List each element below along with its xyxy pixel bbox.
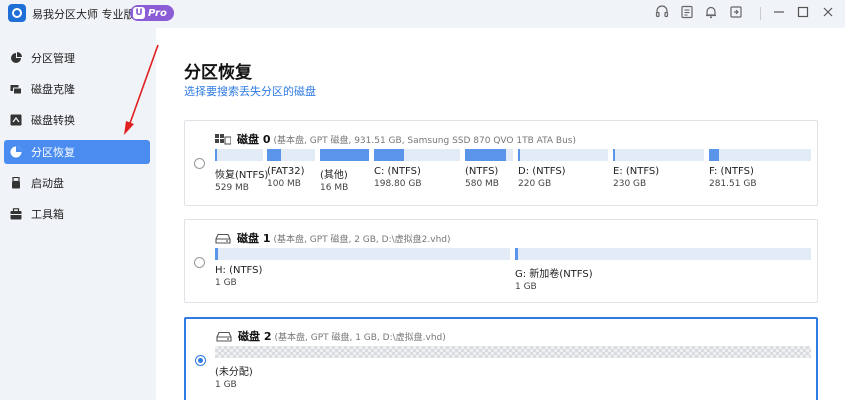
windows-disk-icon: [215, 133, 232, 145]
disk-clone-icon: [10, 83, 22, 95]
partition-usage-bar: [215, 149, 263, 161]
partition-name: 恢复(NTFS): [215, 170, 269, 181]
hard-disk-icon: [216, 331, 232, 342]
disk-1-radio[interactable]: [194, 257, 205, 268]
partition-usage-bar: [267, 149, 315, 161]
sidebar-item-label: 工具箱: [31, 208, 64, 221]
partition-usage-bar: [465, 149, 513, 161]
unallocated-bar: [215, 346, 811, 358]
partition: E: (NTFS) 230 GB: [613, 149, 704, 189]
partition: G: 新加卷(NTFS) 1 GB: [515, 248, 811, 292]
partition-size: 1 GB: [515, 282, 537, 292]
partition-usage-bar: [320, 149, 369, 161]
app-title: 易我分区大师 专业版: [32, 8, 135, 21]
partition-usage-bar: [374, 149, 460, 161]
minimize-icon[interactable]: [771, 5, 787, 21]
partition: (NTFS) 580 MB: [465, 149, 513, 189]
title-bar: 易我分区大师 专业版 U Pro: [0, 0, 845, 28]
partition-name: H: (NTFS): [215, 265, 263, 276]
disk-convert-icon: [10, 114, 22, 126]
pie-chart-icon: [10, 52, 22, 64]
partition-name: (NTFS): [465, 166, 499, 177]
partition-size: 220 GB: [518, 179, 552, 189]
disk-card-0[interactable]: 磁盘 0 (基本盘, GPT 磁盘, 931.51 GB, Samsung SS…: [184, 120, 818, 206]
partition: D: (NTFS) 220 GB: [518, 149, 608, 189]
main-panel: 分区恢复 选择要搜索丢失分区的磁盘 磁盘 0 (基本盘, GPT 磁盘, 931…: [156, 28, 845, 400]
bell-icon[interactable]: [703, 5, 719, 21]
partition-name: E: (NTFS): [613, 166, 660, 177]
disk-2-name: 磁盘 2: [238, 330, 272, 343]
partition-size: 230 GB: [613, 179, 647, 189]
partition-name: G: 新加卷(NTFS): [515, 269, 593, 280]
partition: (未分配) 1 GB: [215, 346, 811, 390]
partition: (其他) 16 MB: [320, 149, 369, 193]
partition-usage-bar: [518, 149, 608, 161]
partition: (FAT32) 100 MB: [267, 149, 315, 189]
sidebar-item-disk-clone[interactable]: 磁盘克隆: [4, 77, 150, 101]
sidebar-item-partition-recovery[interactable]: 分区恢复: [4, 140, 150, 164]
sidebar-item-disk-convert[interactable]: 磁盘转换: [4, 108, 150, 132]
titlebar-divider: [760, 7, 761, 20]
partition-name: (其他): [320, 170, 348, 181]
partition-recovery-icon: [10, 146, 22, 158]
partition-usage-bar: [709, 149, 811, 161]
disk-card-1[interactable]: 磁盘 1 (基本盘, GPT 磁盘, 2 GB, D:\虚拟盘2.vhd) H:…: [184, 219, 818, 303]
app-logo-icon: [8, 4, 26, 22]
partition-size: 1 GB: [215, 380, 237, 390]
pro-badge-letter: U: [133, 7, 145, 19]
partition-size: 100 MB: [267, 179, 301, 189]
sidebar-item-label: 启动盘: [31, 177, 64, 190]
disk-card-2[interactable]: 磁盘 2 (基本盘, GPT 磁盘, 1 GB, D:\虚拟盘.vhd) (未分…: [184, 317, 818, 400]
partition: H: (NTFS) 1 GB: [215, 248, 510, 288]
partition-size: 281.51 GB: [709, 179, 757, 189]
disk-1-info: (基本盘, GPT 磁盘, 2 GB, D:\虚拟盘2.vhd): [273, 234, 451, 245]
partition-name: C: (NTFS): [374, 166, 421, 177]
disk-0-header: 磁盘 0 (基本盘, GPT 磁盘, 931.51 GB, Samsung SS…: [215, 131, 576, 147]
login-icon[interactable]: [728, 5, 744, 21]
partition-size: 529 MB: [215, 183, 249, 193]
partition-usage-bar: [613, 149, 704, 161]
sidebar-item-partition-manage[interactable]: 分区管理: [4, 46, 150, 70]
partition-name: D: (NTFS): [518, 166, 566, 177]
partition-size: 198.80 GB: [374, 179, 422, 189]
feedback-icon[interactable]: [679, 5, 695, 21]
disk-0-info: (基本盘, GPT 磁盘, 931.51 GB, Samsung SSD 870…: [273, 135, 576, 146]
sidebar: 分区管理 磁盘克隆 磁盘转换 分区恢复 启动盘 工具箱: [0, 28, 156, 400]
usb-icon: [10, 176, 22, 189]
sidebar-item-label: 分区恢复: [31, 146, 75, 159]
maximize-icon[interactable]: [795, 5, 811, 21]
pro-badge-text: Pro: [148, 7, 167, 19]
partition: 恢复(NTFS) 529 MB: [215, 149, 269, 193]
disk-0-radio[interactable]: [194, 158, 205, 169]
disk-2-header: 磁盘 2 (基本盘, GPT 磁盘, 1 GB, D:\虚拟盘.vhd): [216, 328, 446, 344]
disk-0-name: 磁盘 0: [237, 133, 271, 146]
sidebar-item-label: 磁盘转换: [31, 114, 75, 127]
page-subtitle: 选择要搜索丢失分区的磁盘: [184, 85, 316, 98]
sidebar-item-label: 分区管理: [31, 52, 75, 65]
partition-size: 16 MB: [320, 183, 349, 193]
partition-name: (未分配): [215, 367, 253, 378]
partition: C: (NTFS) 198.80 GB: [374, 149, 460, 189]
partition-size: 580 MB: [465, 179, 499, 189]
sidebar-item-toolbox[interactable]: 工具箱: [4, 202, 150, 226]
close-icon[interactable]: [820, 5, 836, 21]
partition-usage-bar: [515, 248, 811, 260]
partition-name: F: (NTFS): [709, 166, 754, 177]
disk-1-name: 磁盘 1: [237, 232, 271, 245]
toolbox-icon: [10, 208, 22, 220]
pro-badge: U Pro: [130, 5, 174, 21]
partition: F: (NTFS) 281.51 GB: [709, 149, 811, 189]
partition-size: 1 GB: [215, 278, 237, 288]
sidebar-item-label: 磁盘克隆: [31, 83, 75, 96]
partition-name: (FAT32): [267, 166, 305, 177]
disk-2-info: (基本盘, GPT 磁盘, 1 GB, D:\虚拟盘.vhd): [274, 332, 446, 343]
disk-1-header: 磁盘 1 (基本盘, GPT 磁盘, 2 GB, D:\虚拟盘2.vhd): [215, 230, 451, 246]
partition-usage-bar: [215, 248, 510, 260]
sidebar-item-boot-disk[interactable]: 启动盘: [4, 171, 150, 195]
disk-2-radio[interactable]: [195, 355, 206, 366]
hard-disk-icon: [215, 233, 231, 244]
page-title: 分区恢复: [184, 63, 252, 83]
headset-icon[interactable]: [654, 5, 670, 21]
